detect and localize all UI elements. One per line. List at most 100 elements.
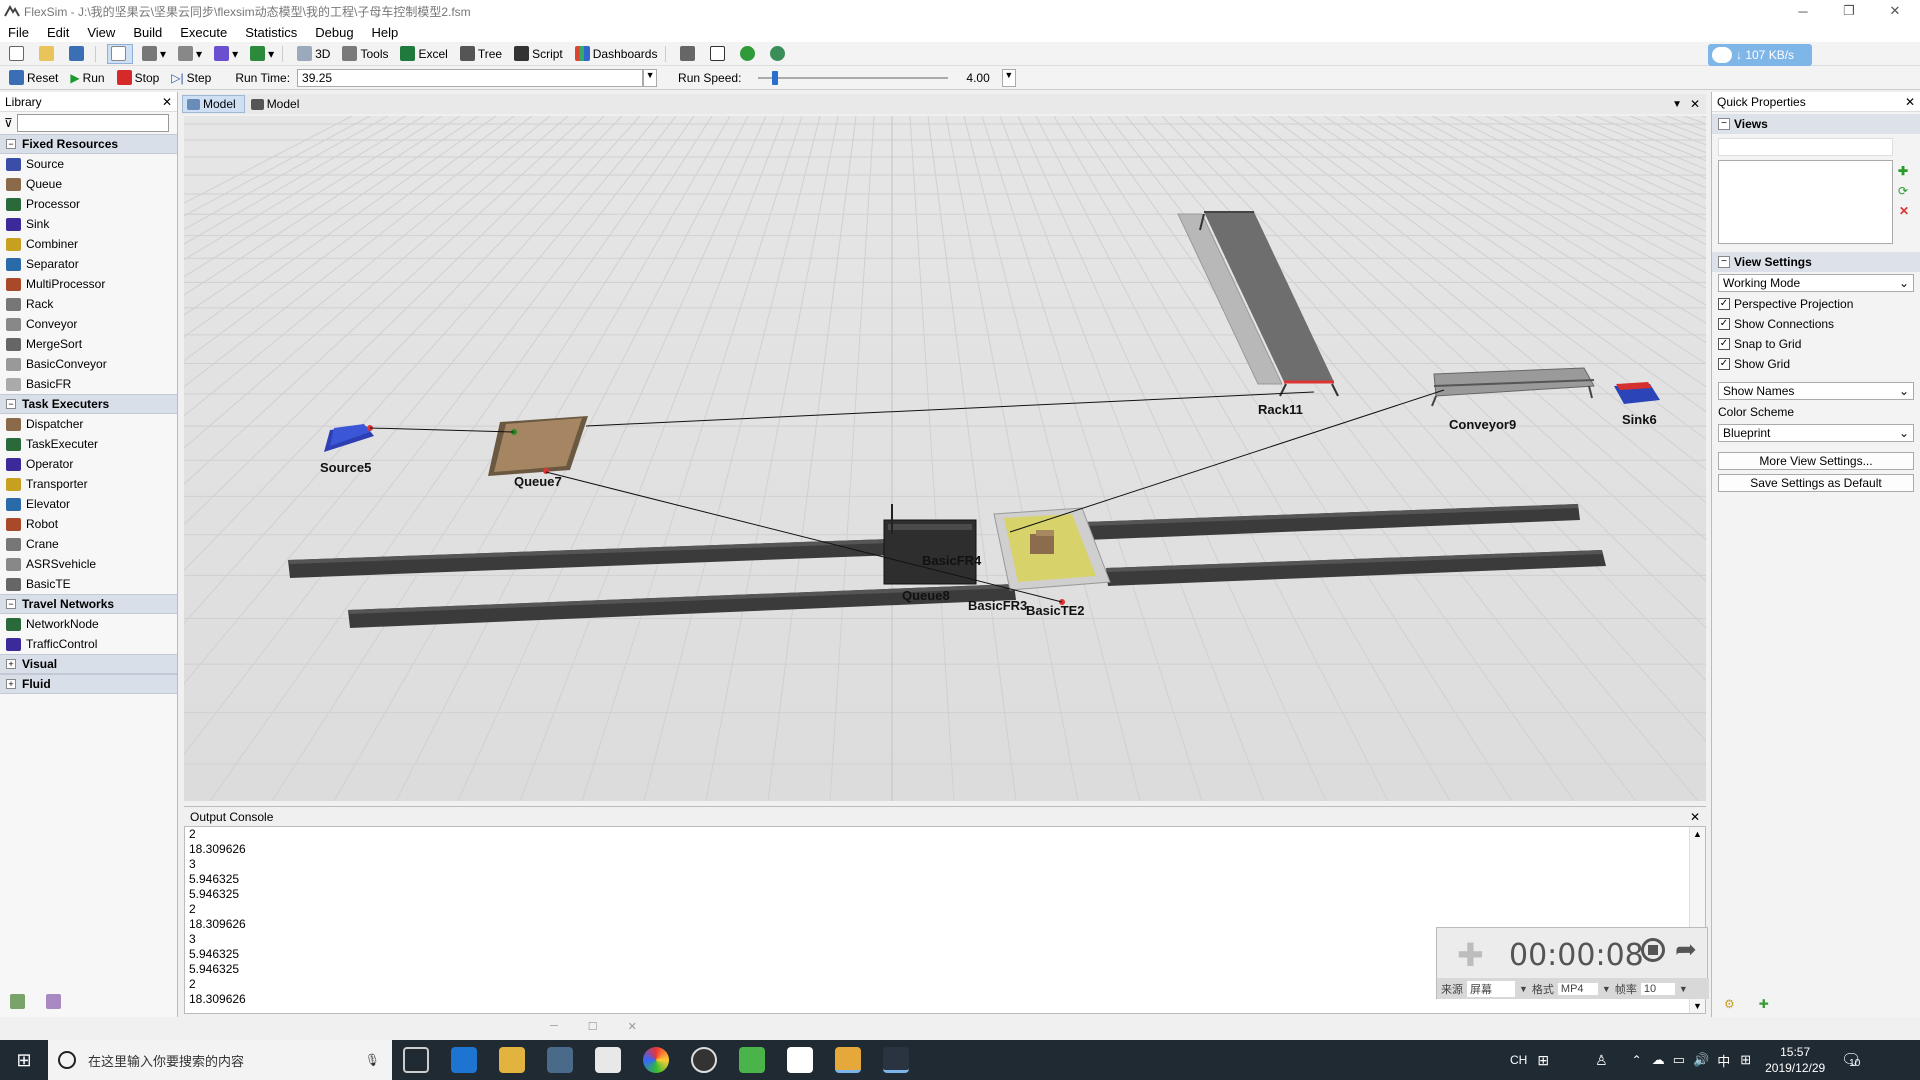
- library-item-operator[interactable]: Operator: [0, 454, 177, 474]
- close-window-button[interactable]: ✕: [1872, 0, 1918, 22]
- tree-button[interactable]: Tree: [457, 44, 505, 64]
- tab-model-tree[interactable]: Model: [247, 95, 308, 113]
- working-mode-select[interactable]: Working Mode ⌄: [1718, 274, 1914, 292]
- recorder-format-select[interactable]: MP4: [1557, 982, 1598, 995]
- library-item-multiprocessor[interactable]: MultiProcessor: [0, 274, 177, 294]
- run-speed-dropdown[interactable]: ▼: [1001, 68, 1016, 87]
- step-button[interactable]: ▷| Step: [168, 68, 214, 88]
- library-item-dispatcher[interactable]: Dispatcher: [0, 414, 177, 434]
- keyboard-grid-icon[interactable]: ⊞: [1537, 1052, 1549, 1069]
- dashboards-button[interactable]: Dashboards: [572, 44, 661, 64]
- checkbox-icon[interactable]: ✓: [1718, 358, 1730, 370]
- label-basicte2[interactable]: BasicTE2: [1026, 603, 1085, 618]
- save-file-button[interactable]: [66, 44, 90, 64]
- view-settings-section-header[interactable]: − View Settings: [1712, 252, 1920, 272]
- excel-button[interactable]: Excel: [397, 44, 450, 64]
- checkbox-icon[interactable]: ✓: [1718, 338, 1730, 350]
- run-button[interactable]: ▶ Run: [67, 68, 107, 88]
- library-item-robot[interactable]: Robot: [0, 514, 177, 534]
- collapse-icon[interactable]: −: [6, 599, 16, 609]
- maximize-button[interactable]: ❐: [1826, 0, 1872, 22]
- library-item-processor[interactable]: Processor: [0, 194, 177, 214]
- menu-file[interactable]: File: [8, 25, 29, 40]
- library-add-icon[interactable]: [10, 994, 25, 1009]
- model-3d-viewport[interactable]: Rack11 Conveyor9 Sink6 Source5 Queue7 Ba…: [184, 116, 1706, 801]
- input-method-icon[interactable]: ⊞: [1740, 1052, 1751, 1068]
- recorder-exit-icon[interactable]: ➦: [1675, 934, 1697, 965]
- library-category-fluid[interactable]: + Fluid: [0, 674, 177, 694]
- tab-model-3d[interactable]: Model: [182, 95, 245, 113]
- save-settings-default-button[interactable]: Save Settings as Default: [1718, 474, 1914, 492]
- recorder-source-select[interactable]: 屏幕: [1467, 980, 1515, 997]
- window-button[interactable]: [707, 44, 731, 64]
- expand-icon[interactable]: +: [6, 679, 16, 689]
- library-item-combiner[interactable]: Combiner: [0, 234, 177, 254]
- show-names-select[interactable]: Show Names ⌄: [1718, 382, 1914, 400]
- menu-help[interactable]: Help: [372, 25, 399, 40]
- help-button[interactable]: [737, 44, 761, 64]
- onedrive-cloud-icon[interactable]: ☁: [1652, 1052, 1665, 1068]
- more-view-settings-button[interactable]: More View Settings...: [1718, 452, 1914, 470]
- select-color-button[interactable]: ▾: [211, 44, 241, 64]
- run-speed-slider[interactable]: [758, 68, 949, 88]
- ime-indicator[interactable]: CH: [1510, 1053, 1527, 1067]
- chevron-down-icon[interactable]: ▼: [1519, 984, 1528, 994]
- library-item-trafficcontrol[interactable]: TrafficControl: [0, 634, 177, 654]
- library-item-taskexecuter[interactable]: TaskExecuter: [0, 434, 177, 454]
- scroll-down-icon[interactable]: ▼: [1693, 1001, 1702, 1011]
- task-view-icon[interactable]: [403, 1047, 429, 1073]
- menu-execute[interactable]: Execute: [180, 25, 227, 40]
- wechat-icon[interactable]: [739, 1047, 765, 1073]
- label-queue8[interactable]: Queue8: [902, 588, 950, 603]
- label-rack11[interactable]: Rack11: [1258, 402, 1303, 417]
- recorder-stop-icon[interactable]: [1641, 938, 1665, 962]
- add-view-icon[interactable]: ✚: [1898, 164, 1908, 178]
- volume-icon[interactable]: 🔊: [1693, 1052, 1709, 1068]
- color-scheme-select[interactable]: Blueprint ⌄: [1718, 424, 1914, 442]
- network-icon[interactable]: ▭: [1673, 1052, 1685, 1068]
- 3d-view-button[interactable]: 3D: [294, 44, 333, 64]
- delete-view-icon[interactable]: ✕: [1899, 204, 1909, 218]
- expand-icon[interactable]: +: [6, 659, 16, 669]
- library-category-travel-networks[interactable]: − Travel Networks: [0, 594, 177, 614]
- library-item-transporter[interactable]: Transporter: [0, 474, 177, 494]
- label-queue7[interactable]: Queue7: [514, 474, 562, 489]
- library-item-basicte[interactable]: BasicTE: [0, 574, 177, 594]
- label-source5[interactable]: Source5: [320, 460, 371, 475]
- library-close-button[interactable]: ✕: [162, 95, 172, 109]
- online-button[interactable]: [767, 44, 791, 64]
- recorder-add-icon[interactable]: ✚: [1457, 936, 1484, 974]
- file-explorer-icon[interactable]: [499, 1047, 525, 1073]
- user-icon[interactable]: ♙: [1595, 1052, 1608, 1069]
- library-category-task-executers[interactable]: − Task Executers: [0, 394, 177, 414]
- chevron-down-icon[interactable]: ▼: [1602, 984, 1611, 994]
- run-time-field[interactable]: 39.25: [297, 68, 644, 87]
- minimize-icon[interactable]: ─: [550, 1020, 558, 1036]
- script-button[interactable]: Script: [511, 44, 566, 64]
- quick-properties-close-button[interactable]: ✕: [1905, 95, 1915, 109]
- menu-edit[interactable]: Edit: [47, 25, 69, 40]
- label-basicfr4[interactable]: BasicFR4: [922, 553, 981, 568]
- chrome-icon[interactable]: [643, 1047, 669, 1073]
- library-item-rack[interactable]: Rack: [0, 294, 177, 314]
- checkbox-show-connections[interactable]: ✓ Show Connections: [1712, 314, 1920, 334]
- reset-button[interactable]: Reset: [6, 68, 61, 88]
- minimize-button[interactable]: ─: [1780, 0, 1826, 22]
- view-options-button[interactable]: ▾: [247, 44, 277, 64]
- library-item-source[interactable]: Source: [0, 154, 177, 174]
- collapse-icon[interactable]: −: [6, 399, 16, 409]
- checkbox-icon[interactable]: ✓: [1718, 298, 1730, 310]
- menu-debug[interactable]: Debug: [315, 25, 353, 40]
- label-conveyor9[interactable]: Conveyor9: [1449, 417, 1516, 432]
- library-item-sink[interactable]: Sink: [0, 214, 177, 234]
- mail-icon[interactable]: [595, 1047, 621, 1073]
- taskbar-clock[interactable]: 15:57 2019/12/29: [1765, 1044, 1825, 1076]
- library-item-networknode[interactable]: NetworkNode: [0, 614, 177, 634]
- maximize-icon[interactable]: ☐: [588, 1020, 598, 1036]
- stop-button[interactable]: Stop: [114, 68, 163, 88]
- game-app-icon[interactable]: [691, 1047, 717, 1073]
- library-item-elevator[interactable]: Elevator: [0, 494, 177, 514]
- menu-statistics[interactable]: Statistics: [245, 25, 297, 40]
- library-item-crane[interactable]: Crane: [0, 534, 177, 554]
- store-icon[interactable]: [547, 1047, 573, 1073]
